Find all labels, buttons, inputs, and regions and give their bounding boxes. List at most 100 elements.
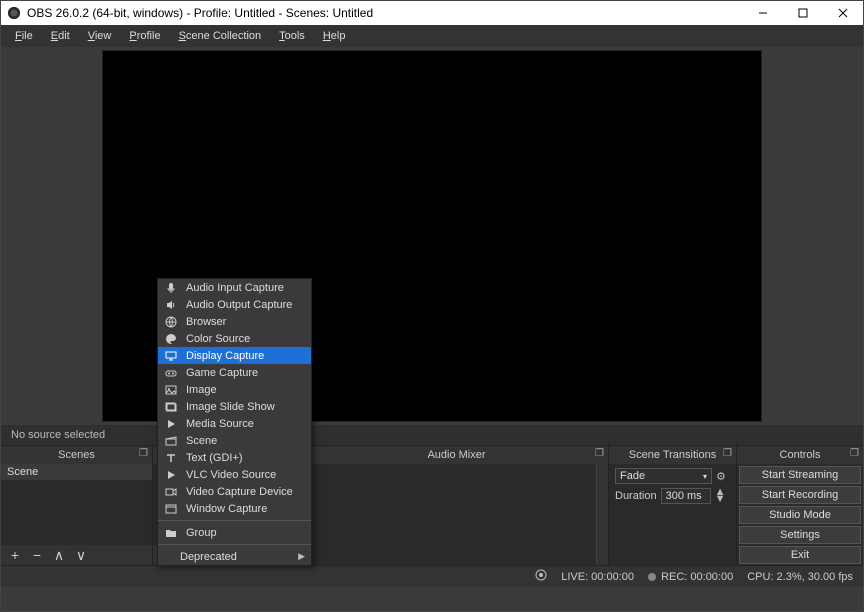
titlebar: OBS 26.0.2 (64-bit, windows) - Profile: … bbox=[1, 1, 863, 25]
studio-mode-button[interactable]: Studio Mode bbox=[739, 506, 861, 524]
menu-item-label: Browser bbox=[186, 316, 226, 328]
menu-item-label: Display Capture bbox=[186, 350, 264, 362]
scenes-header: Scenes ❐ bbox=[1, 446, 152, 464]
mixer-popout-icon[interactable]: ❐ bbox=[595, 448, 604, 459]
window-controls bbox=[743, 1, 863, 25]
menu-item-label: Deprecated bbox=[180, 551, 237, 563]
preview-area bbox=[1, 47, 863, 425]
menu-color-source[interactable]: Color Source bbox=[158, 330, 311, 347]
menu-browser[interactable]: Browser bbox=[158, 313, 311, 330]
start-streaming-button[interactable]: Start Streaming bbox=[739, 466, 861, 484]
menu-group[interactable]: Group bbox=[158, 524, 311, 541]
menu-item-label: Audio Output Capture bbox=[186, 299, 292, 311]
mixer-scrollbar[interactable] bbox=[596, 464, 608, 565]
image-slideshow-icon bbox=[164, 400, 178, 414]
menu-item-label: Color Source bbox=[186, 333, 250, 345]
menubar: File Edit View Profile Scene Collection … bbox=[1, 25, 863, 47]
audio-mixer-body[interactable] bbox=[305, 464, 608, 565]
menu-separator bbox=[158, 544, 311, 545]
close-button[interactable] bbox=[823, 1, 863, 25]
menu-view[interactable]: View bbox=[80, 28, 120, 44]
menu-scene-collection[interactable]: Scene Collection bbox=[171, 28, 270, 44]
audio-mixer-title: Audio Mixer bbox=[427, 449, 485, 461]
clapper-icon bbox=[164, 434, 178, 448]
menu-item-label: Audio Input Capture bbox=[186, 282, 284, 294]
menu-edit[interactable]: Edit bbox=[43, 28, 78, 44]
folder-icon bbox=[164, 526, 178, 540]
scene-add-button[interactable]: + bbox=[7, 547, 23, 563]
mic-icon bbox=[164, 281, 178, 295]
window-title: OBS 26.0.2 (64-bit, windows) - Profile: … bbox=[27, 6, 743, 20]
scenes-dock: Scenes ❐ Scene + − ∧ ∨ bbox=[1, 446, 153, 565]
scenes-popout-icon[interactable]: ❐ bbox=[139, 448, 148, 459]
transitions-header: Scene Transitions ❐ bbox=[609, 446, 736, 464]
rec-dot-icon bbox=[648, 573, 656, 581]
menu-item-label: Image bbox=[186, 384, 217, 396]
duration-input[interactable]: 300 ms bbox=[661, 488, 711, 504]
minimize-button[interactable] bbox=[743, 1, 783, 25]
menu-audio-output-capture[interactable]: Audio Output Capture bbox=[158, 296, 311, 313]
monitor-icon bbox=[164, 349, 178, 363]
globe-icon bbox=[164, 315, 178, 329]
scene-down-button[interactable]: ∨ bbox=[73, 547, 89, 564]
controls-popout-icon[interactable]: ❐ bbox=[850, 448, 859, 459]
menu-help[interactable]: Help bbox=[315, 28, 354, 44]
transition-settings-button[interactable]: ⚙ bbox=[716, 470, 730, 483]
audio-mixer-header: Audio Mixer ❐ bbox=[305, 446, 608, 464]
play-icon bbox=[164, 468, 178, 482]
maximize-button[interactable] bbox=[783, 1, 823, 25]
status-live: LIVE: 00:00:00 bbox=[561, 571, 634, 583]
transitions-body: Fade ▾ ⚙ Duration 300 ms ▲▼ bbox=[609, 464, 736, 565]
menu-image[interactable]: Image bbox=[158, 381, 311, 398]
no-source-label: No source selected bbox=[5, 427, 111, 443]
play-icon bbox=[164, 417, 178, 431]
broadcast-icon bbox=[535, 569, 547, 584]
menu-game-capture[interactable]: Game Capture bbox=[158, 364, 311, 381]
palette-icon bbox=[164, 332, 178, 346]
menu-text-gdi[interactable]: Text (GDI+) bbox=[158, 449, 311, 466]
menu-item-label: Group bbox=[186, 527, 217, 539]
menu-display-capture[interactable]: Display Capture bbox=[158, 347, 311, 364]
statusbar: LIVE: 00:00:00 REC: 00:00:00 CPU: 2.3%, … bbox=[1, 565, 863, 587]
menu-video-capture-device[interactable]: Video Capture Device bbox=[158, 483, 311, 500]
scene-item[interactable]: Scene bbox=[1, 464, 152, 480]
add-source-context-menu: Audio Input Capture Audio Output Capture… bbox=[157, 278, 312, 566]
menu-media-source[interactable]: Media Source bbox=[158, 415, 311, 432]
menu-window-capture[interactable]: Window Capture bbox=[158, 500, 311, 517]
window-icon bbox=[164, 502, 178, 516]
docks: Scenes ❐ Scene + − ∧ ∨ Sources ❐ + − bbox=[1, 445, 863, 565]
image-icon bbox=[164, 383, 178, 397]
menu-deprecated[interactable]: Deprecated ▶ bbox=[158, 548, 311, 565]
chevron-right-icon: ▶ bbox=[298, 551, 305, 562]
settings-button[interactable]: Settings bbox=[739, 526, 861, 544]
transitions-popout-icon[interactable]: ❐ bbox=[723, 448, 732, 459]
transition-select[interactable]: Fade ▾ bbox=[615, 468, 712, 484]
scene-remove-button[interactable]: − bbox=[29, 547, 45, 563]
menu-scene[interactable]: Scene bbox=[158, 432, 311, 449]
menu-item-label: VLC Video Source bbox=[186, 469, 276, 481]
menu-profile[interactable]: Profile bbox=[121, 28, 168, 44]
exit-button[interactable]: Exit bbox=[739, 546, 861, 564]
scene-up-button[interactable]: ∧ bbox=[51, 547, 67, 564]
menu-item-label: Window Capture bbox=[186, 503, 267, 515]
menu-image-slide-show[interactable]: Image Slide Show bbox=[158, 398, 311, 415]
menu-tools[interactable]: Tools bbox=[271, 28, 313, 44]
status-rec: REC: 00:00:00 bbox=[661, 571, 733, 583]
duration-value: 300 ms bbox=[666, 490, 702, 502]
status-cpu: CPU: 2.3%, 30.00 fps bbox=[747, 571, 853, 583]
scenes-title: Scenes bbox=[58, 449, 95, 461]
obs-app-icon bbox=[7, 6, 21, 20]
start-recording-button[interactable]: Start Recording bbox=[739, 486, 861, 504]
transition-current: Fade bbox=[620, 470, 645, 482]
controls-title: Controls bbox=[780, 449, 821, 461]
scenes-list[interactable]: Scene bbox=[1, 464, 152, 545]
menu-file[interactable]: File bbox=[7, 28, 41, 44]
menu-item-label: Scene bbox=[186, 435, 217, 447]
source-toolbar: No source selected ilters bbox=[1, 425, 863, 445]
duration-stepper[interactable]: ▲▼ bbox=[715, 489, 726, 503]
speaker-icon bbox=[164, 298, 178, 312]
menu-audio-input-capture[interactable]: Audio Input Capture bbox=[158, 279, 311, 296]
menu-vlc-video-source[interactable]: VLC Video Source bbox=[158, 466, 311, 483]
menu-item-label: Media Source bbox=[186, 418, 254, 430]
gamepad-icon bbox=[164, 366, 178, 380]
